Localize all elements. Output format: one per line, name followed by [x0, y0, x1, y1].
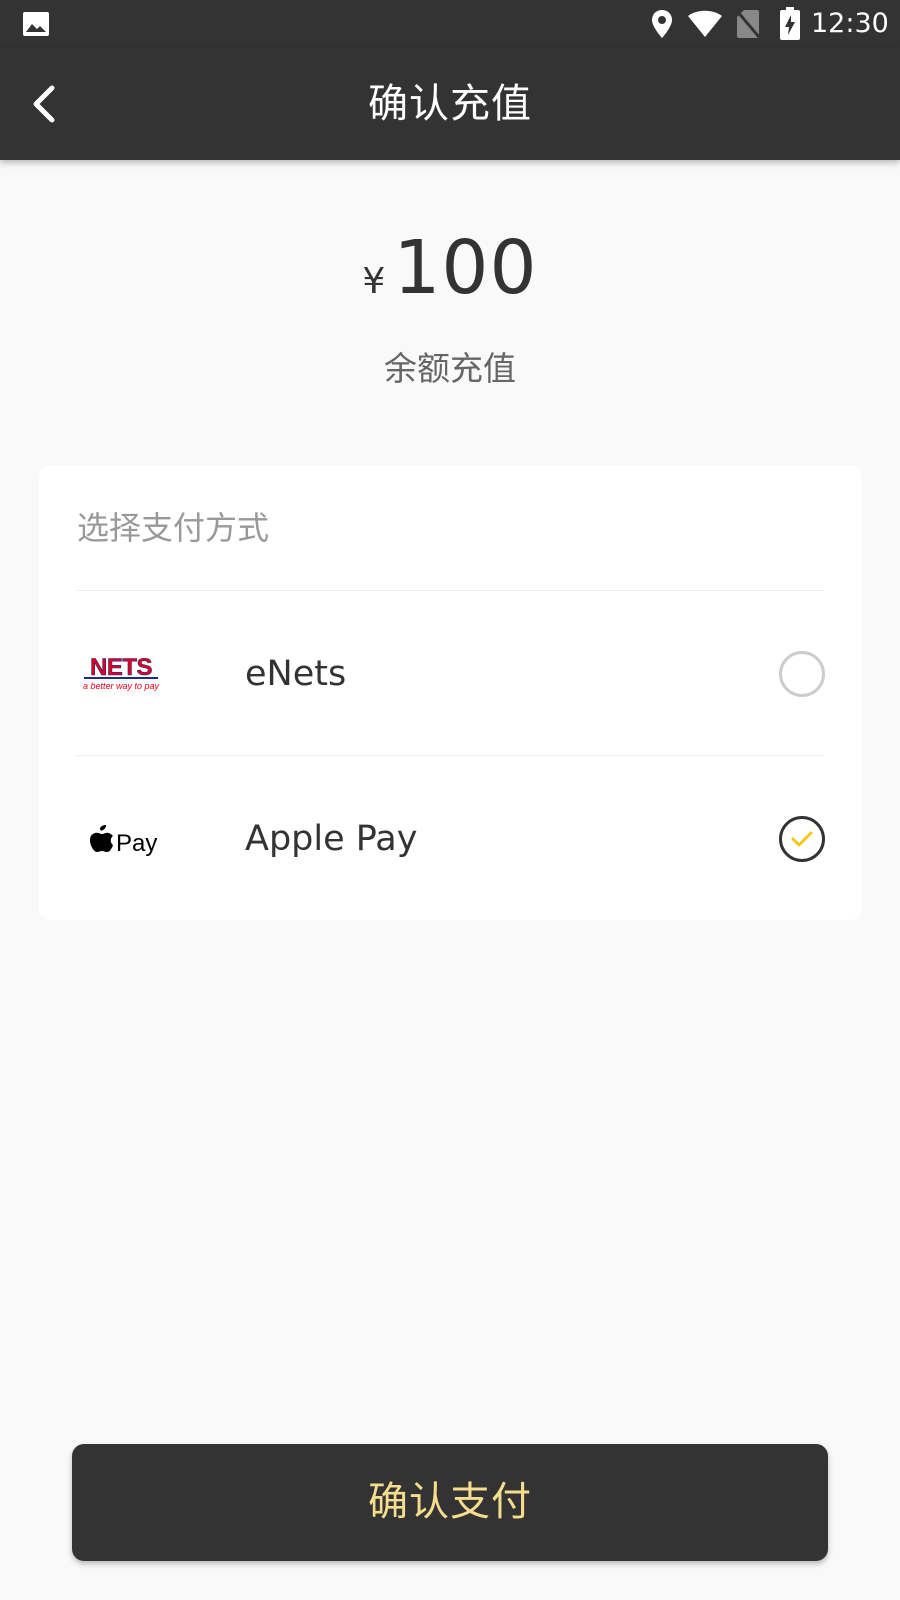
- page-title: 确认充值: [368, 81, 532, 127]
- screen: 12:30 确认充值 ¥100 余额充值 选择支付方式 NETS a bette…: [0, 0, 900, 1600]
- amount-value: 100: [393, 225, 538, 311]
- payment-method-card: 选择支付方式 NETS a better way to pay eNets Pa…: [39, 465, 862, 920]
- apple-icon: [90, 825, 113, 852]
- payment-option-apple-pay[interactable]: Pay Apple Pay: [77, 757, 825, 920]
- status-bar: 12:30: [0, 0, 900, 48]
- nets-logo-text: NETS: [90, 654, 153, 681]
- check-icon: [791, 831, 813, 847]
- app-bar: 确认充值: [0, 48, 900, 160]
- amount-display: ¥100: [0, 225, 900, 325]
- wifi-icon: [688, 10, 722, 37]
- apple-pay-logo-text: Pay: [116, 830, 157, 857]
- location-icon: [652, 10, 672, 38]
- payment-option-label: Apple Pay: [245, 819, 418, 859]
- payment-method-title: 选择支付方式: [77, 465, 824, 591]
- status-time: 12:30: [811, 8, 889, 39]
- radio-unchecked[interactable]: [779, 651, 825, 697]
- currency-symbol: ¥: [362, 261, 386, 302]
- apple-pay-logo: Pay: [90, 825, 157, 857]
- gallery-icon: [23, 12, 49, 36]
- no-sim-icon: [736, 10, 760, 38]
- payment-option-enets[interactable]: NETS a better way to pay eNets: [77, 592, 825, 756]
- confirm-payment-label: 确认支付: [368, 1479, 532, 1525]
- radio-checked[interactable]: [779, 816, 825, 862]
- chevron-left-icon: [33, 85, 55, 123]
- battery-charging-icon: [780, 7, 800, 40]
- nets-logo: NETS a better way to pay: [83, 654, 160, 691]
- payment-option-label: eNets: [245, 654, 347, 694]
- nets-logo-tagline: a better way to pay: [83, 681, 160, 691]
- confirm-payment-button[interactable]: 确认支付: [72, 1444, 828, 1561]
- amount-description: 余额充值: [384, 349, 516, 388]
- back-button[interactable]: [22, 76, 78, 132]
